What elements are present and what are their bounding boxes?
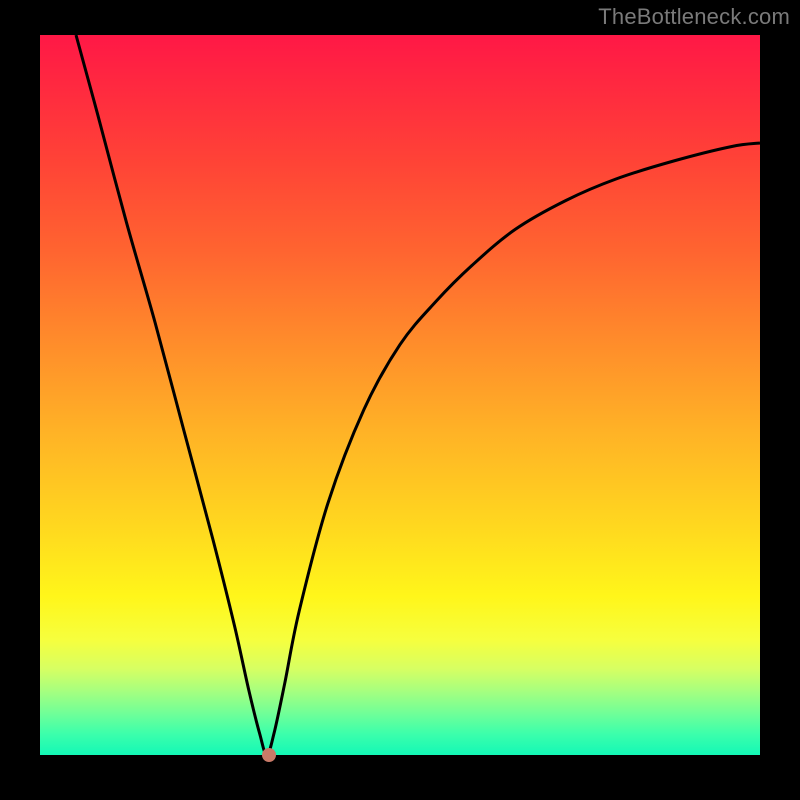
curve-svg <box>40 35 760 755</box>
watermark-text: TheBottleneck.com <box>598 4 790 30</box>
chart-frame: TheBottleneck.com <box>0 0 800 800</box>
plot-area <box>40 35 760 755</box>
optimal-point-marker <box>262 748 276 762</box>
bottleneck-curve-path <box>76 35 760 755</box>
